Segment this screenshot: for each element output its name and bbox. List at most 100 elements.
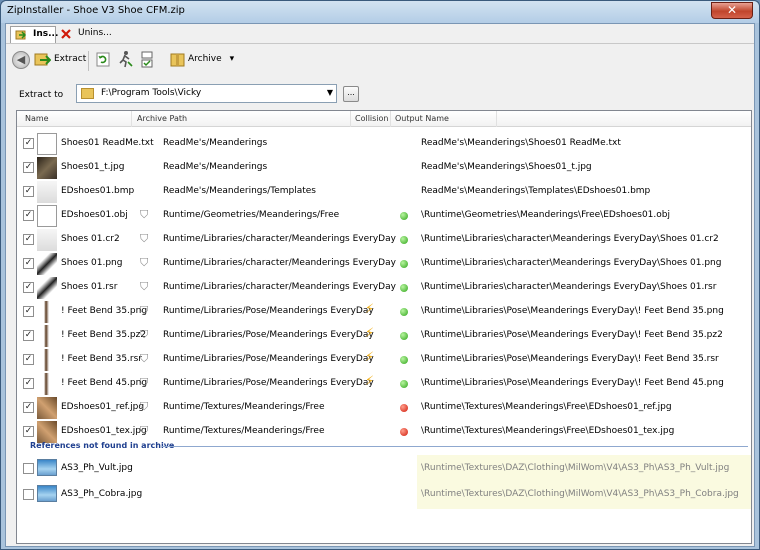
missing-row[interactable]: AS3_Ph_Cobra.jpg \Runtime\Textures\DAZ\Cl…: [17, 483, 751, 507]
row-file-name: Shoes01 ReadMe.txt: [61, 138, 154, 148]
row-archive-path: Runtime/Geometries/Meanderings/Free: [163, 210, 340, 220]
row-checkbox[interactable]: ✓: [23, 210, 34, 221]
row-checkbox[interactable]: ✓: [23, 306, 34, 317]
column-header-archive-path[interactable]: Archive Path: [137, 114, 187, 123]
table-row[interactable]: ✓ ! Feet Bend 35.pz2 ⛉ Runtime/Libraries/Po…: [17, 324, 751, 348]
row-archive-path: Runtime/Libraries/character/Meanderings …: [163, 234, 396, 244]
row-archive-path: Runtime/Libraries/Pose/Meanderings Every…: [163, 354, 374, 364]
column-divider[interactable]: [131, 111, 132, 127]
person-run-icon: [119, 51, 133, 68]
main-window: ZipInstaller - Shoe V3 Shoe CFM.zip ✕ In…: [0, 0, 760, 550]
status-error-icon: [400, 428, 408, 436]
column-header-output-name[interactable]: Output Name: [395, 114, 449, 123]
row-output-name: \Runtime\Textures\DAZ\Clothing\MilWom\V4…: [421, 463, 730, 473]
row-file-name: EDshoes01_ref.jpg: [61, 402, 145, 412]
status-ok-icon: [400, 356, 408, 364]
texture-icon: [37, 421, 57, 443]
row-archive-path: Runtime/Libraries/character/Meanderings …: [163, 258, 396, 268]
checklist-icon: [141, 51, 153, 68]
extract-button[interactable]: Extract: [32, 49, 86, 71]
row-checkbox[interactable]: ✓: [23, 186, 34, 197]
tab-install[interactable]: Ins...: [10, 26, 58, 43]
row-checkbox[interactable]: ✓: [23, 234, 34, 245]
row-checkbox[interactable]: ✓: [23, 138, 34, 149]
column-divider[interactable]: [496, 111, 497, 127]
back-button[interactable]: ◀: [12, 51, 30, 69]
row-output-name: ReadMe's\Meanderings\Shoes01_t.jpg: [421, 162, 592, 172]
run-button[interactable]: [116, 50, 134, 70]
status-error-icon: [400, 404, 408, 412]
table-row[interactable]: ✓ Shoes 01.rsr ⛉ Runtime/Libraries/characte…: [17, 276, 751, 300]
row-checkbox[interactable]: ✓: [23, 162, 34, 173]
extract-to-row: Extract to F:\Program Tools\Vicky ▼ ...: [6, 82, 754, 108]
table-row[interactable]: ✓ Shoes01 ReadMe.txt ReadMe's/Meanderings R…: [17, 132, 751, 156]
table-row[interactable]: ✓ Shoes01_t.jpg ReadMe's/Meanderings ReadMe…: [17, 156, 751, 180]
row-checkbox[interactable]: ✓: [23, 402, 34, 413]
row-file-name: ! Feet Bend 35.pz2: [61, 330, 147, 340]
row-file-name: Shoes 01.cr2: [61, 234, 120, 244]
status-ok-icon: [400, 380, 408, 388]
row-archive-path: Runtime/Libraries/Pose/Meanderings Every…: [163, 330, 374, 340]
table-row[interactable]: ✓ ! Feet Bend 35.png ⛉ Runtime/Libraries/Po…: [17, 300, 751, 324]
column-divider[interactable]: [350, 111, 351, 127]
row-output-name: \Runtime\Libraries\Pose\Meanderings Ever…: [421, 306, 724, 316]
row-output-name: \Runtime\Libraries\Pose\Meanderings Ever…: [421, 378, 724, 388]
row-output-name: \Runtime\Libraries\character\Meanderings…: [421, 282, 717, 292]
check-button[interactable]: [138, 50, 156, 70]
template-icon: [37, 181, 57, 203]
install-icon: [15, 30, 27, 40]
browse-button[interactable]: ...: [343, 86, 359, 102]
extract-icon: [34, 53, 51, 66]
archive-button[interactable]: Archive ▾: [168, 49, 246, 71]
row-file-name: ! Feet Bend 45.png: [61, 378, 148, 388]
chevron-down-icon[interactable]: ▼: [327, 88, 333, 97]
row-checkbox[interactable]: ✓: [23, 258, 34, 269]
table-row[interactable]: ✓ EDshoes01.obj ⛉ Runtime/Geometries/Meande…: [17, 204, 751, 228]
table-row[interactable]: ✓ Shoes 01.cr2 ⛉ Runtime/Libraries/characte…: [17, 228, 751, 252]
pose-icon: [37, 373, 57, 395]
title-bar[interactable]: ZipInstaller - Shoe V3 Shoe CFM.zip ✕: [1, 1, 759, 23]
group-divider: [162, 446, 748, 447]
row-output-name: ReadMe's\Meanderings\Templates\EDshoes01…: [421, 186, 651, 196]
shirt-icon: ⛉: [140, 352, 149, 365]
extract-path-combo[interactable]: F:\Program Tools\Vicky ▼: [76, 84, 337, 103]
close-button[interactable]: ✕: [711, 2, 753, 19]
texture-icon: [37, 397, 57, 419]
row-file-name: AS3_Ph_Vult.jpg: [61, 463, 133, 473]
row-file-name: ! Feet Bend 35.png: [61, 306, 148, 316]
toolbar: ◀ Extract Archive ▾: [6, 45, 754, 75]
column-header-collision[interactable]: Collision: [355, 114, 389, 123]
row-checkbox[interactable]: ✓: [23, 378, 34, 389]
window-title: ZipInstaller - Shoe V3 Shoe CFM.zip: [7, 5, 185, 16]
row-checkbox[interactable]: [23, 463, 34, 474]
table-row[interactable]: ✓ ! Feet Bend 35.rsr ⛉ Runtime/Libraries/Po…: [17, 348, 751, 372]
missing-row[interactable]: AS3_Ph_Vult.jpg \Runtime\Textures\DAZ\Clo…: [17, 457, 751, 481]
shirt-icon: ⛉: [140, 376, 149, 389]
table-row[interactable]: ✓ EDshoes01_ref.jpg ⛉ Runtime/Textures/Mean…: [17, 396, 751, 420]
status-ok-icon: [400, 236, 408, 244]
row-checkbox[interactable]: ✓: [23, 330, 34, 341]
collision-icon: ⚡: [365, 374, 375, 389]
table-row[interactable]: ✓ Shoes 01.png ⛉ Runtime/Libraries/characte…: [17, 252, 751, 276]
refresh-button[interactable]: [94, 50, 112, 70]
row-file-name: Shoes 01.rsr: [61, 282, 118, 292]
column-header-name[interactable]: Name: [25, 114, 49, 123]
shirt-icon: ⛉: [140, 304, 149, 317]
image-icon: [37, 459, 57, 476]
table-row[interactable]: ✓ ! Feet Bend 45.png ⛉ Runtime/Libraries/Po…: [17, 372, 751, 396]
shoe-photo-icon: [37, 157, 57, 179]
status-ok-icon: [400, 308, 408, 316]
file-list[interactable]: Name Archive Path Collision Output Name …: [16, 110, 752, 544]
tab-uninstall[interactable]: Unins...: [56, 26, 112, 43]
status-ok-icon: [400, 212, 408, 220]
row-checkbox[interactable]: ✓: [23, 426, 34, 437]
row-output-name: \Runtime\Textures\DAZ\Clothing\MilWom\V4…: [421, 489, 739, 499]
document-icon: [37, 133, 57, 155]
row-checkbox[interactable]: ✓: [23, 354, 34, 365]
heel-icon: [37, 253, 57, 275]
row-checkbox[interactable]: ✓: [23, 282, 34, 293]
column-divider[interactable]: [390, 111, 391, 127]
shirt-icon: ⛉: [140, 208, 149, 221]
table-row[interactable]: ✓ EDshoes01.bmp ReadMe's/Meanderings/Templ…: [17, 180, 751, 204]
row-checkbox[interactable]: [23, 489, 34, 500]
